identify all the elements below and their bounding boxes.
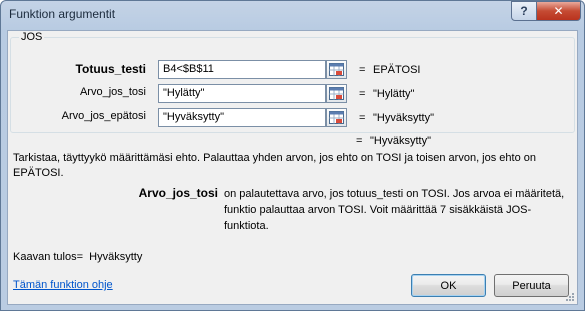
- function-name: JOS: [19, 31, 45, 43]
- function-description: Tarkistaa, täyttyykö määrittämäsi ehto. …: [13, 152, 536, 179]
- title-bar[interactable]: Funktion argumentit ? ✕: [1, 1, 584, 30]
- argument-help-text: on palautettava arvo, jos totuus_testi o…: [224, 188, 565, 232]
- totuus-testi-input[interactable]: B4<$B$11: [158, 60, 326, 79]
- arvo-jos-epatosi-ref-button[interactable]: [326, 108, 347, 127]
- range-picker-icon: [329, 111, 344, 124]
- argument-result-arvo-jos-epatosi: "Hyväksytty": [373, 112, 434, 124]
- formula-result-value: Hyväksytty: [89, 251, 143, 263]
- equals-sign: =: [359, 112, 366, 124]
- argument-label-arvo-jos-epatosi: Arvo_jos_epätosi: [61, 110, 146, 122]
- help-button[interactable]: ?: [511, 1, 537, 21]
- function-help-link[interactable]: Tämän funktion ohje: [13, 279, 113, 291]
- argument-result-totuus-testi: EPÄTOSI: [373, 64, 421, 76]
- range-picker-icon: [329, 87, 344, 100]
- function-arguments-dialog: Funktion argumentit ? ✕ JOS Totuus_testi…: [0, 0, 585, 311]
- totuus-testi-ref-button[interactable]: [326, 60, 347, 79]
- close-icon: ✕: [553, 4, 564, 18]
- equals-sign: =: [359, 88, 366, 100]
- equals-sign: =: [356, 135, 363, 147]
- argument-result-arvo-jos-tosi: "Hylätty": [373, 88, 415, 100]
- function-result-value: "Hyväksytty": [370, 135, 431, 147]
- equals-sign: =: [359, 64, 366, 76]
- ok-button[interactable]: OK: [411, 274, 486, 297]
- arvo-jos-tosi-ref-button[interactable]: [326, 84, 347, 103]
- argument-label-totuus-testi: Totuus_testi: [75, 62, 146, 76]
- resize-grip-icon[interactable]: [565, 292, 575, 302]
- argument-label-arvo-jos-tosi: Arvo_jos_tosi: [79, 86, 146, 98]
- arvo-jos-tosi-input[interactable]: "Hylätty": [158, 84, 326, 103]
- formula-result-label: Kaavan tulos=: [13, 251, 84, 263]
- dialog-body: JOS Totuus_testi B4<$B$11 = EPÄTOSI Arvo…: [7, 30, 578, 305]
- help-icon: ?: [520, 4, 528, 18]
- close-button[interactable]: ✕: [536, 1, 581, 21]
- function-arguments-group: JOS Totuus_testi B4<$B$11 = EPÄTOSI Arvo…: [10, 31, 575, 133]
- range-picker-icon: [329, 63, 344, 76]
- formula-result: Kaavan tulos= Hyväksytty: [13, 251, 142, 263]
- cancel-button[interactable]: Peruuta: [494, 274, 569, 297]
- arvo-jos-epatosi-input[interactable]: "Hyväksytty": [158, 108, 326, 127]
- dialog-title: Funktion argumentit: [9, 7, 116, 21]
- argument-help-label: Arvo_jos_tosi: [138, 186, 218, 200]
